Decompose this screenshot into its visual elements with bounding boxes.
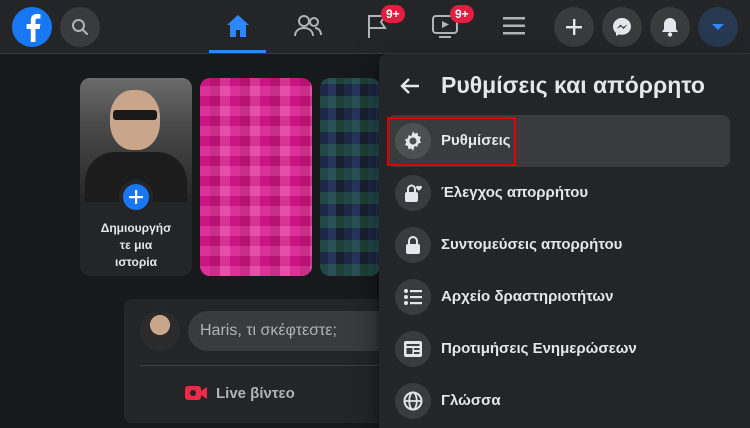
highlight-annotation-box: [387, 117, 516, 166]
live-video-icon: [185, 386, 207, 400]
profile-photo: [80, 78, 192, 202]
nav-menu[interactable]: [494, 8, 534, 44]
messenger-button[interactable]: [602, 7, 642, 47]
post-composer: Haris, τι σκέφτεστε; Live βίντεο: [124, 299, 404, 423]
pages-notification-badge: 9+: [381, 5, 405, 23]
live-video-label: Live βίντεο: [216, 384, 295, 402]
settings-privacy-menu: Ρυθμίσεις και απόρρητο Ρυθμίσεις Έλεγχος…: [379, 54, 750, 428]
menu-item-label: Γλώσσα: [441, 392, 501, 409]
globe-icon: [395, 383, 431, 419]
menu-title: Ρυθμίσεις και απόρρητο: [441, 72, 705, 98]
create-story-label: Δημιουργήσ τε μια ιστορία: [100, 221, 172, 269]
notifications-button[interactable]: [650, 7, 690, 47]
menu-item-label: Προτιμήσεις Ενημερώσεων: [441, 340, 637, 357]
menu-item-privacy-shortcuts[interactable]: Συντομεύσεις απορρήτου: [387, 219, 730, 271]
watch-notification-badge: 9+: [450, 5, 474, 23]
menu-item-label: Έλεγχος απορρήτου: [441, 184, 589, 201]
create-story-card[interactable]: Δημιουργήσ τε μια ιστορία: [80, 78, 192, 276]
arrow-left-icon: [400, 78, 419, 94]
hamburger-menu-icon: [503, 17, 525, 35]
plus-icon: [566, 19, 582, 35]
story-card[interactable]: [320, 78, 380, 276]
bell-icon: [662, 18, 678, 37]
lock-icon: [395, 227, 431, 263]
create-button[interactable]: [554, 7, 594, 47]
menu-item-language[interactable]: Γλώσσα: [387, 375, 730, 427]
top-navigation-bar: 9+ 9+: [0, 0, 750, 54]
plus-icon: [129, 190, 143, 204]
news-feed-icon: [395, 331, 431, 367]
back-button[interactable]: [399, 70, 421, 102]
post-input[interactable]: Haris, τι σκέφτεστε;: [188, 311, 404, 351]
search-button[interactable]: [60, 7, 100, 47]
menu-item-news-feed-preferences[interactable]: Προτιμήσεις Ενημερώσεων: [387, 323, 730, 375]
messenger-icon: [613, 18, 631, 36]
avatar[interactable]: [140, 311, 180, 351]
lock-heart-icon: [395, 175, 431, 211]
account-button[interactable]: [698, 7, 738, 47]
caret-down-icon: [712, 24, 724, 30]
nav-home[interactable]: [218, 8, 258, 44]
home-icon: [227, 15, 249, 37]
nav-friends[interactable]: [288, 8, 328, 44]
friends-icon: [294, 15, 322, 37]
menu-item-label: Αρχείο δραστηριοτήτων: [441, 288, 614, 305]
live-video-button[interactable]: Live βίντεο: [184, 375, 295, 411]
active-tab-indicator: [209, 50, 266, 53]
list-icon: [395, 279, 431, 315]
divider: [140, 365, 404, 366]
search-icon: [72, 19, 88, 35]
story-card[interactable]: [200, 78, 312, 276]
menu-item-label: Συντομεύσεις απορρήτου: [441, 236, 623, 253]
facebook-f-icon: [26, 14, 41, 42]
add-story-button[interactable]: [119, 180, 153, 214]
facebook-logo[interactable]: [12, 7, 52, 47]
menu-item-activity-log[interactable]: Αρχείο δραστηριοτήτων: [387, 271, 730, 323]
menu-item-privacy-checkup[interactable]: Έλεγχος απορρήτου: [387, 167, 730, 219]
